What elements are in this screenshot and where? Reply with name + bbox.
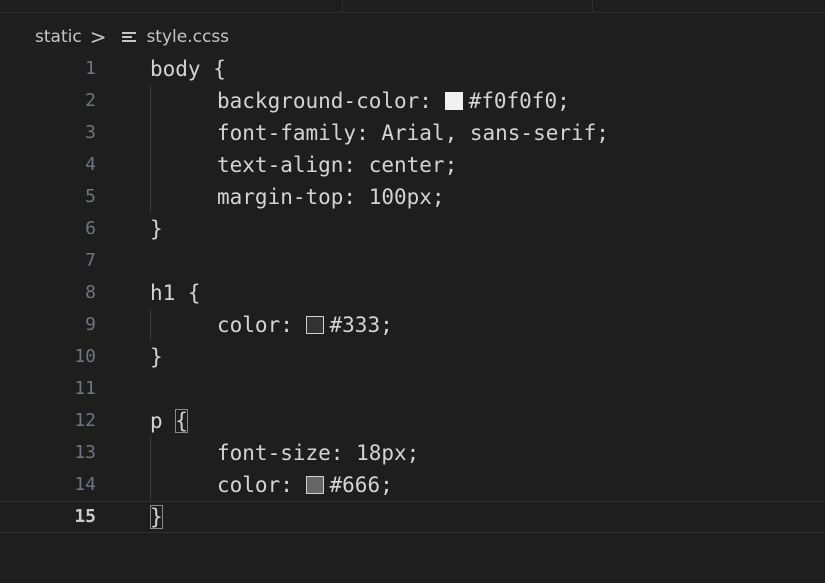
code-line[interactable]: 4 text-align: center; xyxy=(0,149,825,181)
line-number: 11 xyxy=(74,378,96,399)
indent-guide xyxy=(150,149,151,181)
line-number: 6 xyxy=(85,218,96,239)
code-text: margin-top: 100px; xyxy=(217,185,445,209)
code-text: body { xyxy=(150,57,226,81)
line-number: 12 xyxy=(74,410,96,431)
line-number: 2 xyxy=(85,90,96,111)
color-swatch[interactable] xyxy=(444,92,463,110)
indent-guide xyxy=(150,309,151,341)
code-text: font-size: 18px; xyxy=(217,441,420,465)
tab-divider xyxy=(342,0,343,12)
code-line[interactable]: 13 font-size: 18px; xyxy=(0,437,825,469)
indent-guide xyxy=(150,437,151,469)
code-line[interactable]: 14 color: #666; xyxy=(0,469,825,501)
css-value: #666; xyxy=(329,473,393,497)
code-line[interactable]: 11 xyxy=(0,373,825,405)
indent-guide xyxy=(150,181,151,213)
css-value: #f0f0f0; xyxy=(468,89,570,113)
line-number: 3 xyxy=(85,122,96,143)
css-property: color: xyxy=(217,473,293,497)
code-text: } xyxy=(150,345,163,369)
code-line[interactable]: 2 background-color: #f0f0f0; xyxy=(0,85,825,117)
line-number: 8 xyxy=(85,282,96,303)
line-number: 15 xyxy=(74,506,96,527)
line-number: 5 xyxy=(85,186,96,207)
indent-guide xyxy=(150,85,151,117)
css-value: #333; xyxy=(329,313,393,337)
matched-bracket-close: } xyxy=(150,505,163,529)
color-swatch[interactable] xyxy=(305,476,324,494)
code-line[interactable]: 6 } xyxy=(0,213,825,245)
breadcrumb-separator: > xyxy=(89,25,107,49)
line-number: 10 xyxy=(74,346,96,367)
code-line-current[interactable]: 15 } xyxy=(0,501,825,533)
code-editor[interactable]: 1 body { 2 background-color: #f0f0f0; 3 … xyxy=(0,53,825,533)
line-number: 1 xyxy=(85,58,96,79)
matched-bracket-open: { xyxy=(175,409,188,433)
breadcrumb: static > style.ccss xyxy=(0,22,229,52)
code-line[interactable]: 7 xyxy=(0,245,825,277)
line-number: 4 xyxy=(85,154,96,175)
indent-guide xyxy=(150,469,151,501)
code-line[interactable]: 5 margin-top: 100px; xyxy=(0,181,825,213)
code-text: color: #333; xyxy=(217,309,393,341)
code-text: text-align: center; xyxy=(217,153,458,177)
code-line[interactable]: 10 } xyxy=(0,341,825,373)
line-number: 7 xyxy=(85,250,96,271)
line-number: 13 xyxy=(74,442,96,463)
code-line[interactable]: 9 color: #333; xyxy=(0,309,825,341)
code-line[interactable]: 3 font-family: Arial, sans-serif; xyxy=(0,117,825,149)
code-text: } xyxy=(150,217,163,241)
code-line[interactable]: 8 h1 { xyxy=(0,277,825,309)
code-text: h1 { xyxy=(150,281,201,305)
tab-bar xyxy=(0,0,825,13)
breadcrumb-file[interactable]: style.ccss xyxy=(146,27,229,47)
code-line[interactable]: 12 p { xyxy=(0,405,825,437)
breadcrumb-folder[interactable]: static xyxy=(35,27,82,47)
code-text: p { xyxy=(150,405,188,437)
indent-guide xyxy=(150,117,151,149)
code-text: color: #666; xyxy=(217,469,393,501)
line-number: 14 xyxy=(74,474,96,495)
line-number: 9 xyxy=(85,314,96,335)
code-text: } xyxy=(150,502,163,532)
css-property: background-color: xyxy=(217,89,432,113)
color-swatch[interactable] xyxy=(305,316,324,334)
tab-divider xyxy=(592,0,593,12)
css-property: color: xyxy=(217,313,293,337)
code-text: font-family: Arial, sans-serif; xyxy=(217,121,609,145)
code-line[interactable]: 1 body { xyxy=(0,53,825,85)
lines-file-icon xyxy=(122,30,137,44)
css-selector: p xyxy=(150,409,176,433)
code-text: background-color: #f0f0f0; xyxy=(217,85,570,117)
